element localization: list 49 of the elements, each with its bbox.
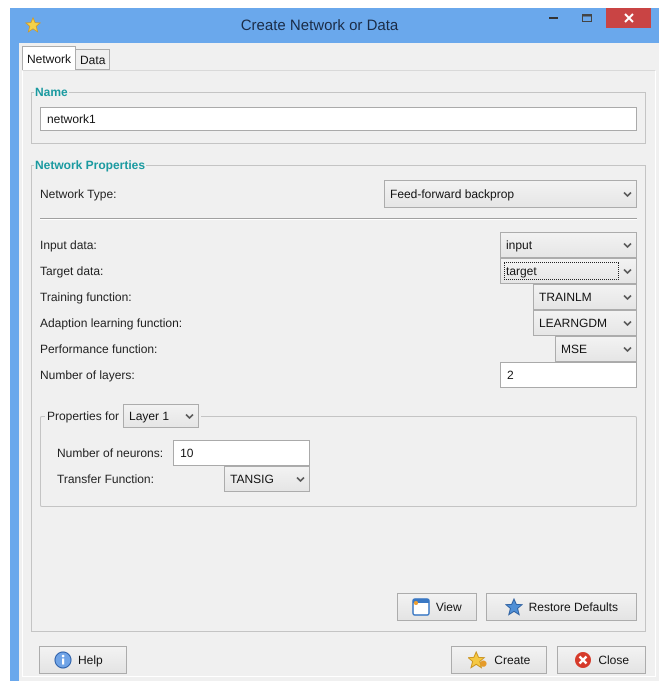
caret-icon bbox=[623, 320, 632, 326]
action-button[interactable]: Restore Defaults bbox=[486, 593, 637, 621]
action-button[interactable]: Close bbox=[557, 646, 646, 674]
group-title: Network Properties bbox=[34, 158, 146, 172]
caret-icon bbox=[185, 412, 194, 420]
close-icon bbox=[624, 13, 634, 23]
caret-icon bbox=[623, 268, 632, 274]
field-label: Transfer Function: bbox=[57, 472, 155, 486]
window-title: Create Network or Data bbox=[240, 17, 400, 34]
caret-icon bbox=[623, 190, 632, 198]
dropdown[interactable]: target bbox=[500, 258, 637, 284]
dropdown[interactable]: MSE bbox=[555, 336, 637, 362]
window-icon bbox=[412, 598, 430, 616]
caret-icon bbox=[623, 346, 632, 352]
group-title: Properties for bbox=[47, 409, 120, 423]
field-label: Input data: bbox=[40, 238, 97, 252]
field-label: Target data: bbox=[40, 264, 104, 278]
field-label: Performance function: bbox=[40, 342, 158, 356]
group-title: Name bbox=[34, 85, 69, 99]
dropdown[interactable]: LEARNGDM bbox=[533, 310, 637, 336]
dropdown[interactable]: TRAINLM bbox=[533, 284, 637, 310]
caret-icon bbox=[296, 476, 306, 482]
field-label: Adaption learning function: bbox=[40, 316, 182, 330]
number-field[interactable]: 2 bbox=[500, 362, 637, 388]
star-icon bbox=[25, 16, 41, 32]
caret-icon bbox=[623, 294, 632, 300]
action-button[interactable]: Create bbox=[451, 646, 548, 674]
star-icon bbox=[468, 651, 488, 669]
maximize-icon bbox=[582, 14, 592, 22]
info-icon bbox=[54, 651, 72, 669]
name-field[interactable]: network1 bbox=[40, 107, 637, 131]
field-label: Network Type: bbox=[40, 187, 116, 201]
dropdown[interactable]: Feed-forward backprop bbox=[384, 180, 637, 208]
caret-icon bbox=[623, 242, 632, 248]
action-button[interactable]: View bbox=[396, 593, 477, 621]
close-icon bbox=[574, 651, 592, 669]
field-label: Training function: bbox=[40, 290, 132, 304]
dropdown[interactable]: Layer 1 bbox=[123, 404, 200, 428]
tab[interactable]: Network bbox=[22, 46, 76, 70]
field-label: Number of neurons: bbox=[57, 446, 164, 460]
number-field[interactable]: 10 bbox=[173, 440, 310, 466]
help-button[interactable]: Help bbox=[39, 646, 127, 674]
field-label: Number of layers: bbox=[40, 368, 135, 382]
dropdown[interactable]: input bbox=[500, 232, 637, 258]
close-button[interactable] bbox=[606, 8, 651, 28]
minimize-icon bbox=[548, 17, 558, 19]
tab[interactable]: Data bbox=[75, 49, 110, 70]
dropdown[interactable]: TANSIG bbox=[224, 466, 310, 492]
star-icon bbox=[504, 598, 523, 616]
